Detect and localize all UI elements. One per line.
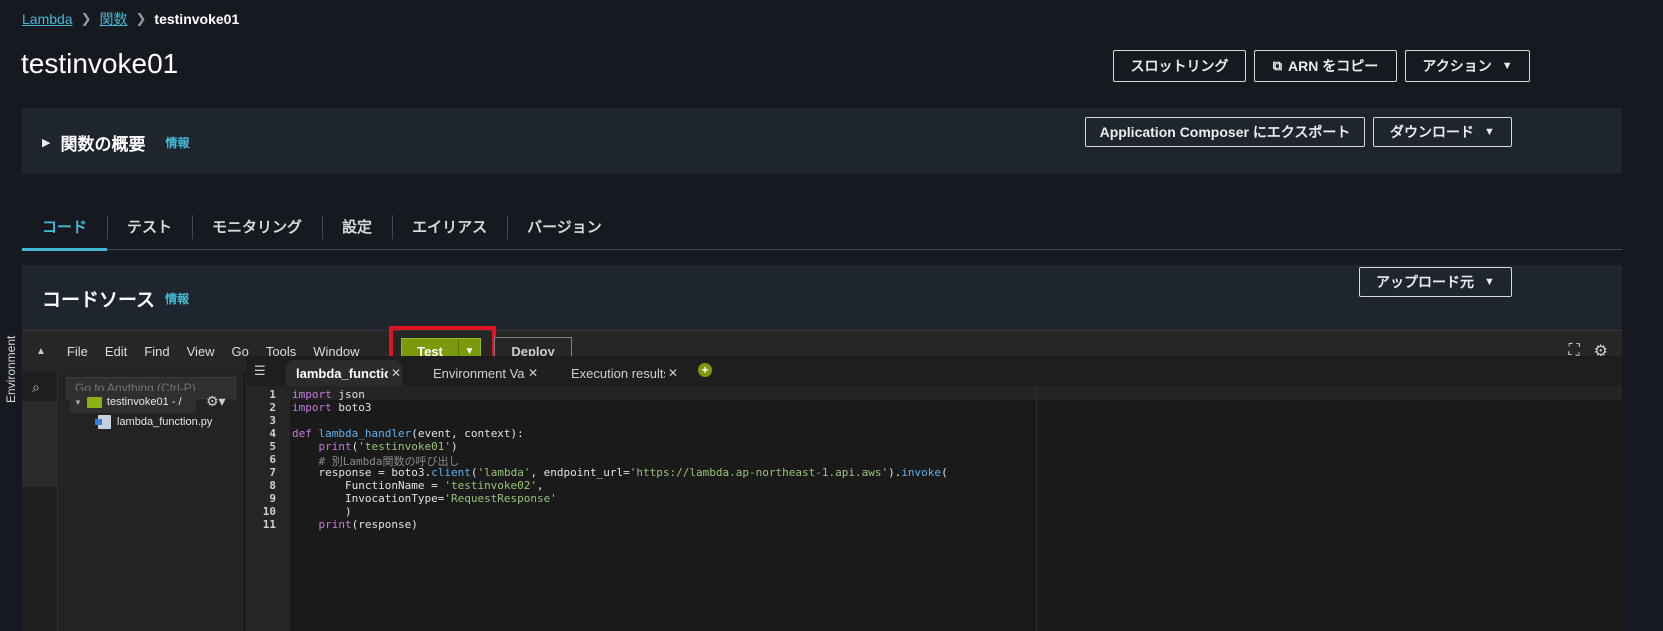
code-source-title: コードソース (42, 290, 156, 311)
copy-arn-button[interactable]: ⧉ ARN をコピー (1254, 50, 1397, 82)
line-number: 7 (269, 466, 276, 479)
code-source-info-link[interactable]: 情報 (165, 290, 189, 307)
line-number: 6 (269, 453, 276, 466)
throttle-button[interactable]: スロットリング (1113, 50, 1246, 82)
function-tabs: コード テスト モニタリング 設定 エイリアス バージョン (22, 203, 1622, 251)
download-label: ダウンロード (1390, 124, 1475, 140)
code-line: print('testinvoke01') (318, 440, 458, 453)
search-icon[interactable]: ⌕ (32, 379, 40, 396)
upload-from-button[interactable]: アップロード元 ▼ (1359, 267, 1512, 297)
editor-tab-environment-vars[interactable]: Environment Vari ✕ (433, 360, 545, 386)
throttle-label: スロットリング (1130, 58, 1229, 74)
caret-right-icon: ▶ (42, 137, 51, 149)
code-line: response = boto3.client('lambda', endpoi… (292, 466, 948, 479)
active-line-highlight (290, 386, 1622, 400)
editor-tab-lambda-function[interactable]: lambda_function ✕ (286, 360, 402, 386)
environment-tab-bg (22, 401, 58, 487)
line-number: 8 (269, 479, 276, 492)
code-line: print(response) (318, 518, 418, 531)
editor-tab-label: lambda_function (296, 365, 388, 381)
caret-down-icon: ▼ (1484, 276, 1495, 288)
caret-down-icon: ▼ (74, 397, 82, 407)
code-source-header: コードソース 情報 (42, 285, 189, 312)
actions-button[interactable]: アクション ▼ (1405, 50, 1530, 82)
tab-versions[interactable]: バージョン (507, 203, 622, 250)
menu-view[interactable]: View (187, 344, 215, 359)
editor-tab-execution-results[interactable]: Execution results ✕ (571, 360, 691, 386)
copy-arn-label: ARN をコピー (1288, 58, 1379, 74)
editor-tab-label: Execution results (571, 365, 665, 381)
line-number: 11 (262, 518, 276, 531)
page-title: testinvoke01 (21, 48, 179, 79)
code-line: import boto3 (292, 401, 372, 414)
chevron-right-icon: ❯ (135, 11, 147, 26)
print-margin (1036, 386, 1037, 631)
code-line: FunctionName = 'testinvoke02', (292, 479, 544, 492)
collapse-up-icon[interactable]: ▲ (36, 346, 46, 357)
actions-label: アクション (1422, 58, 1492, 74)
code-line: import json (292, 388, 365, 401)
export-composer-button[interactable]: Application Composer にエクスポート (1085, 117, 1365, 147)
download-button[interactable]: ダウンロード ▼ (1373, 117, 1512, 147)
code-line: def lambda_handler(event, context): (292, 427, 524, 440)
add-tab-plus-icon[interactable]: + (698, 363, 712, 377)
line-number: 5 (269, 440, 276, 453)
line-number: 10 (262, 505, 276, 518)
tree-file-label: lambda_function.py (117, 416, 213, 428)
folder-icon (86, 396, 102, 408)
chevron-right-icon: ❯ (80, 11, 92, 26)
tab-monitoring[interactable]: モニタリング (192, 203, 322, 250)
line-number: 9 (269, 492, 276, 505)
tab-aliases[interactable]: エイリアス (392, 203, 507, 250)
page-right-margin (1622, 0, 1663, 631)
caret-down-icon: ▼ (1484, 126, 1495, 138)
close-icon[interactable]: ✕ (528, 366, 538, 380)
line-number: 4 (269, 427, 276, 440)
function-overview-toggle[interactable]: ▶ 関数の概要 情報 (42, 130, 189, 155)
tab-test[interactable]: テスト (107, 203, 192, 250)
line-number: 3 (269, 414, 276, 427)
code-editor[interactable]: 1 2 3 4 5 6 7 8 9 10 11 import json impor… (246, 386, 1622, 631)
line-number: 2 (269, 401, 276, 414)
copy-icon: ⧉ (1272, 58, 1283, 73)
python-file-icon (95, 415, 111, 429)
function-overview-title: 関数の概要 (60, 135, 146, 154)
tab-code[interactable]: コード (22, 203, 108, 251)
tree-gear-icon[interactable]: ⚙▾ (206, 393, 226, 410)
code-line: ) (292, 505, 352, 518)
environment-sidebar: ⌕ (22, 371, 58, 631)
menu-file[interactable]: File (67, 344, 88, 359)
close-icon[interactable]: ✕ (391, 366, 401, 380)
menu-find[interactable]: Find (144, 344, 169, 359)
caret-down-icon: ▼ (1501, 60, 1513, 72)
tree-root-label: testinvoke01 - / (106, 396, 182, 408)
file-tree-panel: ▼ testinvoke01 - / ⚙▾ lambda_function.py (58, 371, 245, 631)
code-line: InvocationType='RequestResponse' (292, 492, 557, 505)
upload-from-label: アップロード元 (1376, 274, 1475, 290)
breadcrumb-lambda-link[interactable]: Lambda (22, 11, 73, 27)
tree-file-lambda-function[interactable]: lambda_function.py (95, 415, 213, 429)
tree-root-folder[interactable]: ▼ testinvoke01 - / (70, 391, 196, 413)
line-number-gutter: 1 2 3 4 5 6 7 8 9 10 11 (246, 386, 290, 631)
breadcrumb-functions-link[interactable]: 関数 (100, 9, 128, 29)
breadcrumb: Lambda ❯ 関数 ❯ testinvoke01 (22, 9, 239, 29)
overview-info-link[interactable]: 情報 (165, 134, 189, 151)
editor-tab-label: Environment Vari (433, 365, 525, 381)
breadcrumb-current: testinvoke01 (154, 11, 240, 27)
environment-tab[interactable]: Environment (4, 336, 18, 403)
tab-configuration[interactable]: 設定 (322, 203, 392, 250)
line-number: 1 (269, 388, 276, 401)
export-composer-label: Application Composer にエクスポート (1099, 124, 1351, 140)
editor-tabs-bar: ☰ lambda_function ✕ Environment Vari ✕ E… (246, 356, 1622, 386)
close-icon[interactable]: ✕ (668, 366, 678, 380)
tab-list-icon[interactable]: ☰ (254, 363, 266, 379)
menu-edit[interactable]: Edit (105, 344, 127, 359)
